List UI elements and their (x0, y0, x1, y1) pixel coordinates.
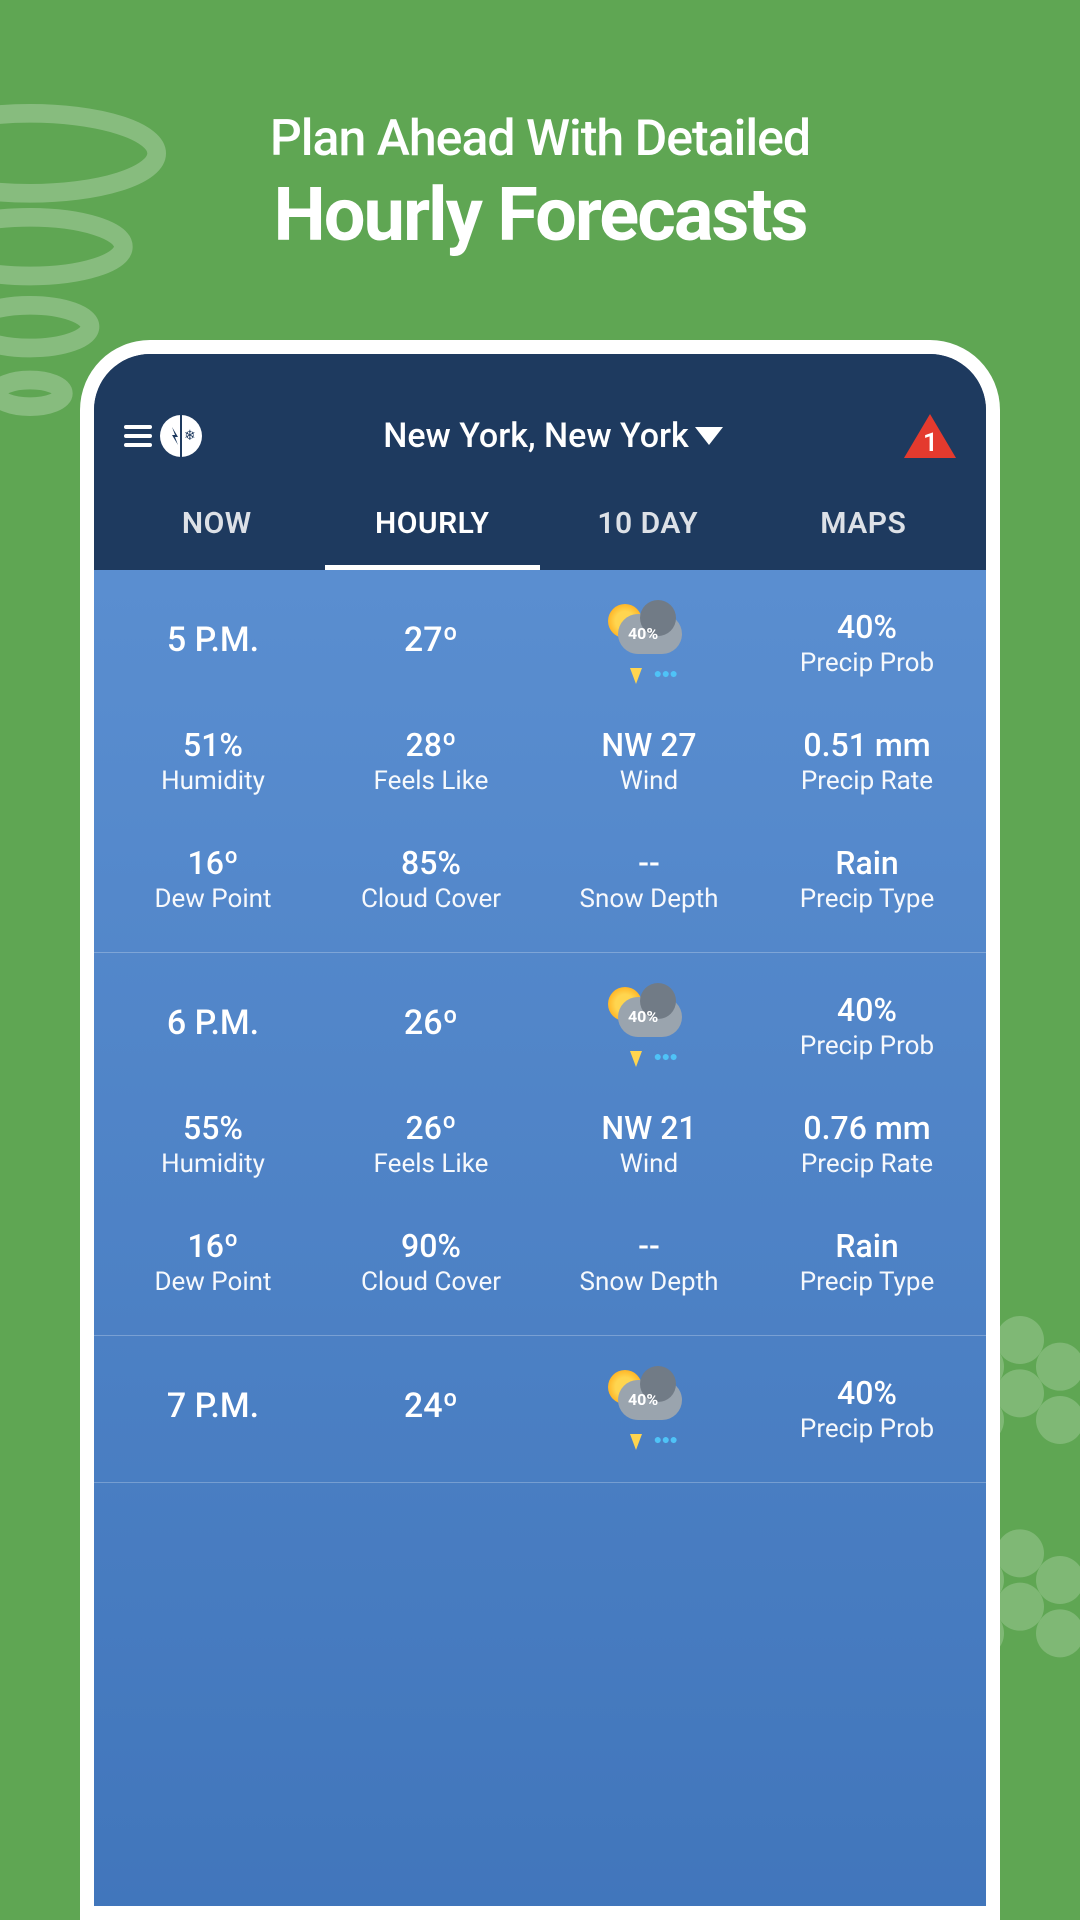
cell-cloud-cover: 85%Cloud Cover (322, 844, 540, 914)
cell-weather-icon: 40% ● ● ● (540, 991, 758, 1061)
cell-weather-icon: 40% ● ● ● (540, 1374, 758, 1444)
thunder-rain-icon: 40% ● ● ● (604, 1374, 694, 1444)
tabs-bar: NOW HOURLY 10 DAY MAPS (94, 478, 986, 570)
cell-time: 5 P.M. (104, 608, 322, 678)
temp-value: 27º (322, 620, 540, 660)
cell-precip-prob: 40%Precip Prob (758, 608, 976, 678)
cell-precip-prob: 40%Precip Prob (758, 1374, 976, 1444)
cell-wind: NW 21Wind (540, 1109, 758, 1179)
app-screen: ❄ New York, New York 1 NOW HOURLY 10 DAY… (94, 354, 986, 1906)
svg-text:❄: ❄ (184, 428, 196, 444)
cell-temp: 26º (322, 991, 540, 1061)
alert-count: 1 (923, 428, 938, 458)
cell-feels-like: 26ºFeels Like (322, 1109, 540, 1179)
cell-humidity: 55%Humidity (104, 1109, 322, 1179)
cell-cloud-cover: 90%Cloud Cover (322, 1227, 540, 1297)
app-header: ❄ New York, New York 1 (94, 354, 986, 478)
alert-badge[interactable]: 1 (904, 414, 956, 458)
promo-title: Hourly Forecasts (0, 172, 1080, 259)
forecast-scroll[interactable]: 5 P.M. 27º 40% ● ● ● 40%Precip Prob 51%H… (94, 570, 986, 1906)
forecast-row[interactable]: 7 P.M. 24º 40% ● ● ● 40%Precip Prob (94, 1336, 986, 1483)
tab-now[interactable]: NOW (109, 506, 325, 570)
cell-snow-depth: --Snow Depth (540, 844, 758, 914)
promo-heading: Plan Ahead With Detailed Hourly Forecast… (0, 0, 1080, 259)
time-value: 5 P.M. (104, 620, 322, 660)
weatherbug-logo-icon[interactable]: ❄ (160, 415, 202, 457)
phone-frame: ❄ New York, New York 1 NOW HOURLY 10 DAY… (80, 340, 1000, 1920)
cell-precip-rate: 0.51 mmPrecip Rate (758, 726, 976, 796)
chevron-down-icon (695, 427, 723, 445)
promo-subtitle: Plan Ahead With Detailed (0, 110, 1080, 168)
cell-precip-rate: 0.76 mmPrecip Rate (758, 1109, 976, 1179)
thunder-rain-icon: 40% ● ● ● (604, 608, 694, 678)
cell-wind: NW 27Wind (540, 726, 758, 796)
cell-temp: 24º (322, 1374, 540, 1444)
cell-weather-icon: 40% ● ● ● (540, 608, 758, 678)
cell-humidity: 51%Humidity (104, 726, 322, 796)
cell-dew-point: 16ºDew Point (104, 844, 322, 914)
tab-hourly[interactable]: HOURLY (325, 506, 541, 570)
cell-time: 7 P.M. (104, 1374, 322, 1444)
menu-icon[interactable] (124, 425, 152, 447)
cell-dew-point: 16ºDew Point (104, 1227, 322, 1297)
cell-feels-like: 28ºFeels Like (322, 726, 540, 796)
header-left: ❄ (124, 415, 202, 457)
forecast-row[interactable]: 5 P.M. 27º 40% ● ● ● 40%Precip Prob 51%H… (94, 570, 986, 953)
tab-maps[interactable]: MAPS (756, 506, 972, 570)
cell-snow-depth: --Snow Depth (540, 1227, 758, 1297)
cell-temp: 27º (322, 608, 540, 678)
forecast-row[interactable]: 6 P.M. 26º 40% ● ● ● 40%Precip Prob 55%H… (94, 953, 986, 1336)
location-label: New York, New York (383, 416, 689, 456)
cell-time: 6 P.M. (104, 991, 322, 1061)
cell-precip-type: RainPrecip Type (758, 844, 976, 914)
cell-precip-type: RainPrecip Type (758, 1227, 976, 1297)
thunder-rain-icon: 40% ● ● ● (604, 991, 694, 1061)
tab-10day[interactable]: 10 DAY (540, 506, 756, 570)
cell-precip-prob: 40%Precip Prob (758, 991, 976, 1061)
location-selector[interactable]: New York, New York (383, 416, 723, 456)
